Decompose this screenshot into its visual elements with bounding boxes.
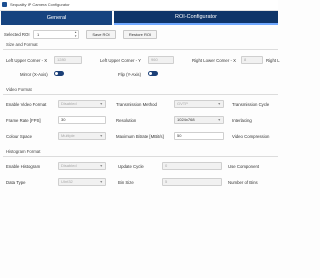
- colour-space-value: Multiple: [61, 133, 75, 138]
- number-of-bins-label: Number of Bins: [228, 180, 258, 185]
- left-upper-y-label: Left Upper Corner - Y: [100, 58, 141, 63]
- transmission-method-value: GVTP: [177, 101, 188, 106]
- divider: [3, 49, 278, 50]
- enable-histogram-label: Enable Histogram: [6, 164, 41, 169]
- tab-general[interactable]: General: [1, 11, 112, 25]
- enable-video-format-select[interactable]: Disabled ▼: [58, 100, 106, 108]
- chevron-down-icon: ▼: [217, 102, 221, 106]
- chevron-down-icon: ▼: [217, 118, 221, 122]
- resolution-value: 1024x768: [177, 117, 195, 122]
- chevron-down-icon: ▼: [99, 102, 103, 106]
- mirror-label: Mirror (X-Axis): [20, 72, 48, 77]
- divider: [3, 156, 278, 157]
- update-cycle-label: Update Cycle: [118, 164, 144, 169]
- use-component-label: Use Component: [228, 164, 260, 169]
- chevron-down-icon: ▼: [99, 134, 103, 138]
- enable-video-format-label: Enable Video Format: [6, 102, 47, 107]
- colour-space-select[interactable]: Multiple ▼: [58, 132, 106, 140]
- enable-histogram-select[interactable]: Disabled ▼: [58, 162, 106, 170]
- divider: [3, 94, 278, 95]
- histogram-format-header: Histogram Format: [6, 149, 41, 154]
- left-upper-y-field[interactable]: 960: [148, 56, 174, 64]
- tab-roi-configurator[interactable]: ROI-Configurator: [114, 11, 278, 25]
- restore-roi-button[interactable]: Restore ROI: [123, 30, 157, 39]
- frame-rate-field[interactable]: 30: [58, 116, 106, 124]
- chevron-down-icon: ▼: [99, 180, 103, 184]
- transmission-cycle-label: Transmission Cycle: [232, 102, 270, 107]
- selected-roi-label: Selected ROI: [4, 32, 30, 37]
- update-cycle-field[interactable]: 0: [162, 162, 222, 170]
- save-roi-button[interactable]: Save ROI: [86, 30, 116, 39]
- bin-size-field[interactable]: 5: [162, 178, 222, 186]
- left-upper-x-label: Left Upper Corner - X: [6, 58, 48, 63]
- app-logo-icon: [2, 2, 7, 7]
- right-lower-y-label: Right L: [266, 58, 280, 63]
- size-format-header: Size and Format: [6, 42, 38, 47]
- right-lower-x-field[interactable]: 8: [241, 56, 263, 64]
- left-upper-x-field[interactable]: 1280: [54, 56, 82, 64]
- spinner-arrows-icon[interactable]: ▲ ▼: [74, 30, 77, 38]
- transmission-method-label: Transmission Method: [116, 102, 157, 107]
- max-bitrate-label: Maximum Bitrate [MBit/s]: [116, 134, 164, 139]
- resolution-label: Resolution: [116, 118, 137, 123]
- frame-rate-label: Frame Rate [FPS]: [6, 118, 41, 123]
- interlacing-label: Interlacing: [232, 118, 252, 123]
- data-type-select[interactable]: UInt32 ▼: [58, 178, 106, 186]
- tab-bar: General ROI-Configurator: [0, 10, 278, 26]
- flip-label: Flip (Y-Axis): [118, 72, 141, 77]
- selected-roi-spinner[interactable]: 1 ▲ ▼: [33, 30, 79, 39]
- selected-roi-value: 1: [37, 32, 40, 37]
- data-type-value: UInt32: [61, 179, 73, 184]
- enable-video-format-value: Disabled: [61, 101, 77, 106]
- right-lower-x-label: Right Lower Corner - X: [192, 58, 236, 63]
- max-bitrate-field[interactable]: 50: [174, 132, 224, 140]
- enable-histogram-value: Disabled: [61, 163, 77, 168]
- flip-toggle[interactable]: [148, 71, 158, 76]
- chevron-down-icon: ▼: [99, 164, 103, 168]
- video-format-header: Video Format: [6, 87, 32, 92]
- colour-space-label: Colour Space: [6, 134, 33, 139]
- transmission-method-select[interactable]: GVTP ▼: [174, 100, 224, 108]
- resolution-select[interactable]: 1024x768 ▼: [174, 116, 224, 124]
- video-compression-label: Video Compression: [232, 134, 270, 139]
- bin-size-label: Bin Size: [118, 180, 134, 185]
- mirror-toggle[interactable]: [54, 71, 64, 76]
- window-title: Sequality IP Camera Configurator: [10, 2, 70, 7]
- data-type-label: Data Type: [6, 180, 26, 185]
